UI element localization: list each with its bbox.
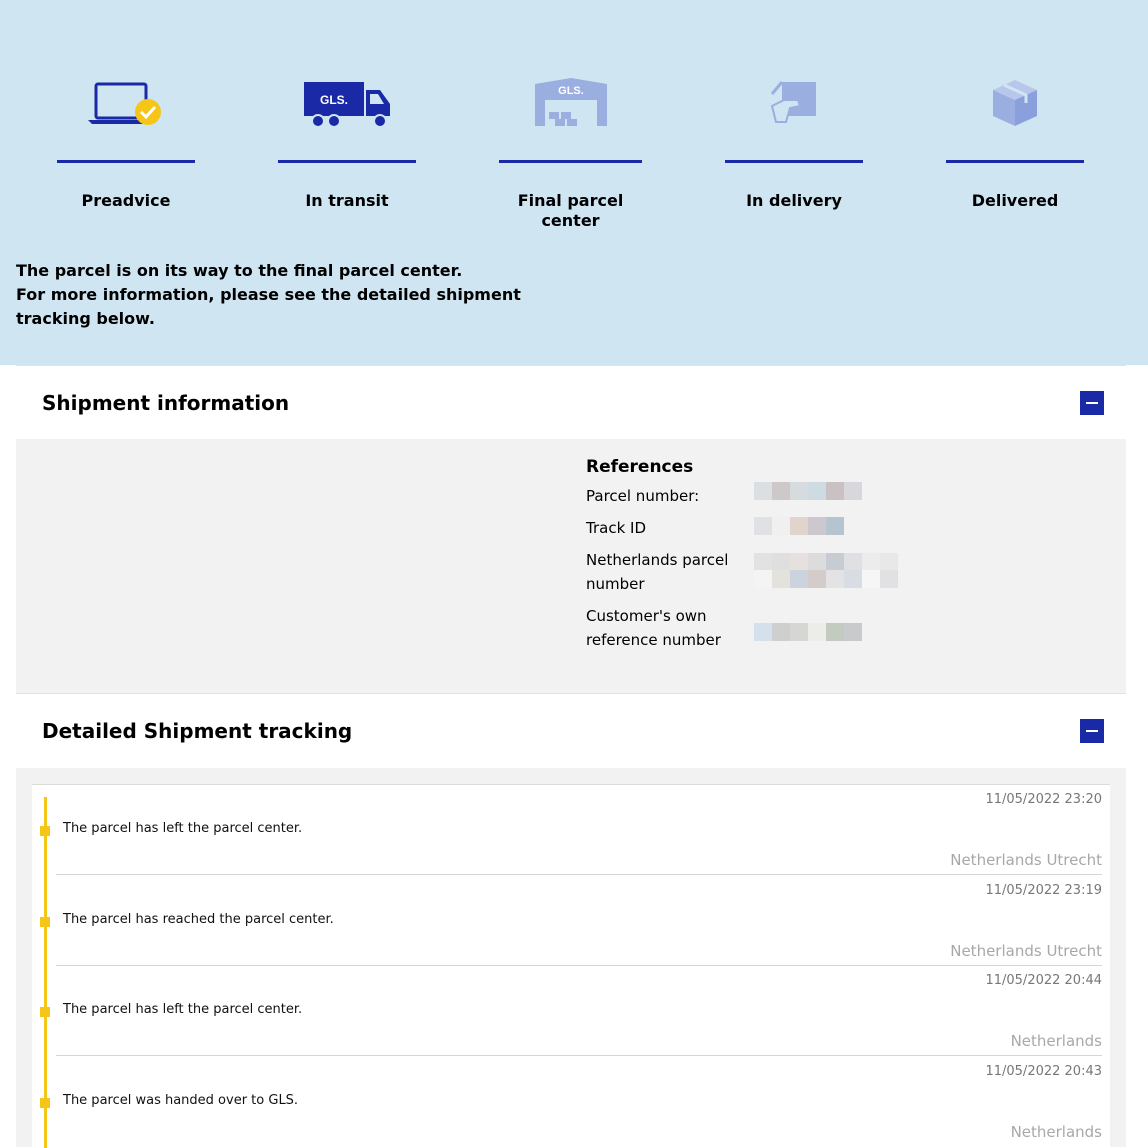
timeline-dot [40,1007,50,1017]
timeline-dot [40,917,50,927]
hand-parcel-icon [766,76,822,136]
event-date: 11/05/2022 20:44 [985,973,1102,988]
event-location: Netherlands Utrecht [950,851,1102,869]
svg-text:GLS.: GLS. [320,93,348,107]
tracking-header: Detailed Shipment tracking [16,693,1126,769]
parcel-number-value-redacted [754,482,862,500]
customer-ref-label: Customer's own reference number [586,607,721,649]
event-location: Netherlands [1010,1123,1102,1141]
nl-parcel-number-value-redacted [754,553,898,571]
event-text: The parcel has left the parcel center. [63,821,303,836]
step-in-transit: GLS. In transit [278,70,416,220]
parcel-number-label: Parcel number: [586,487,700,505]
event-date: 11/05/2022 23:20 [985,792,1102,807]
divider [56,874,1102,875]
event-text: The parcel has reached the parcel center… [63,912,334,927]
tracking-event: 11/05/2022 23:20 The parcel has left the… [32,785,1110,875]
step-progress-bar [499,160,642,163]
shipment-info-panel: References Parcel number: Track ID Nethe… [16,439,1126,693]
event-date: 11/05/2022 20:43 [985,1064,1102,1079]
status-hero: Preadvice GLS. In transit GLS. Final par… [0,0,1148,365]
step-in-delivery: In delivery [725,70,863,220]
event-text: The parcel was handed over to GLS. [63,1093,299,1108]
laptop-check-icon [86,76,166,136]
event-text: The parcel has left the parcel center. [63,1002,303,1017]
status-message-line: The parcel is on its way to the final pa… [16,261,463,280]
track-id-value-redacted [754,517,844,535]
gls-depot-icon: GLS. [533,76,609,136]
references-title: References [586,457,694,477]
track-id-label: Track ID [586,519,646,537]
svg-text:GLS.: GLS. [558,85,584,97]
divider [56,1055,1102,1056]
section-title: Shipment information [42,391,290,415]
step-progress-bar [725,160,863,163]
step-label: Final parcel center [517,191,624,230]
timeline-dot [40,826,50,836]
nl-parcel-number-label: Netherlands parcel number [586,551,729,593]
tracking-event: 11/05/2022 23:19 The parcel has reached … [32,876,1110,966]
step-progress-bar [946,160,1084,163]
collapse-button[interactable] [1080,391,1104,415]
event-date: 11/05/2022 23:19 [985,883,1102,898]
step-label: In delivery [746,191,842,210]
tracking-event: 11/05/2022 20:44 The parcel has left the… [32,966,1110,1056]
event-location: Netherlands [1010,1032,1102,1050]
step-delivered: Delivered [946,70,1084,220]
step-label: In transit [305,191,389,210]
collapse-button[interactable] [1080,719,1104,743]
status-message-line: For more information, please see the det… [16,285,521,328]
step-label: Preadvice [81,191,171,210]
timeline-dot [40,1098,50,1108]
customer-ref-value-redacted [754,623,862,641]
tracking-panel: 11/05/2022 23:20 The parcel has left the… [16,768,1126,1148]
event-location: Netherlands Utrecht [950,942,1102,960]
gls-truck-icon: GLS. [302,76,392,136]
step-label: Delivered [971,191,1059,210]
step-progress-bar [278,160,416,163]
tracking-event: 11/05/2022 20:43 The parcel was handed o… [32,1057,1110,1147]
shipment-info-header: Shipment information [16,365,1126,440]
tracking-timeline: 11/05/2022 23:20 The parcel has left the… [32,784,1110,1148]
section-title: Detailed Shipment tracking [42,719,353,743]
nl-parcel-number-value-redacted [754,570,898,588]
status-message: The parcel is on its way to the final pa… [16,259,536,331]
parcel-box-icon [987,76,1043,136]
step-preadvice: Preadvice [57,70,195,220]
step-final-parcel-center: GLS. Final parcel center [499,70,642,230]
step-progress-bar [57,160,195,163]
